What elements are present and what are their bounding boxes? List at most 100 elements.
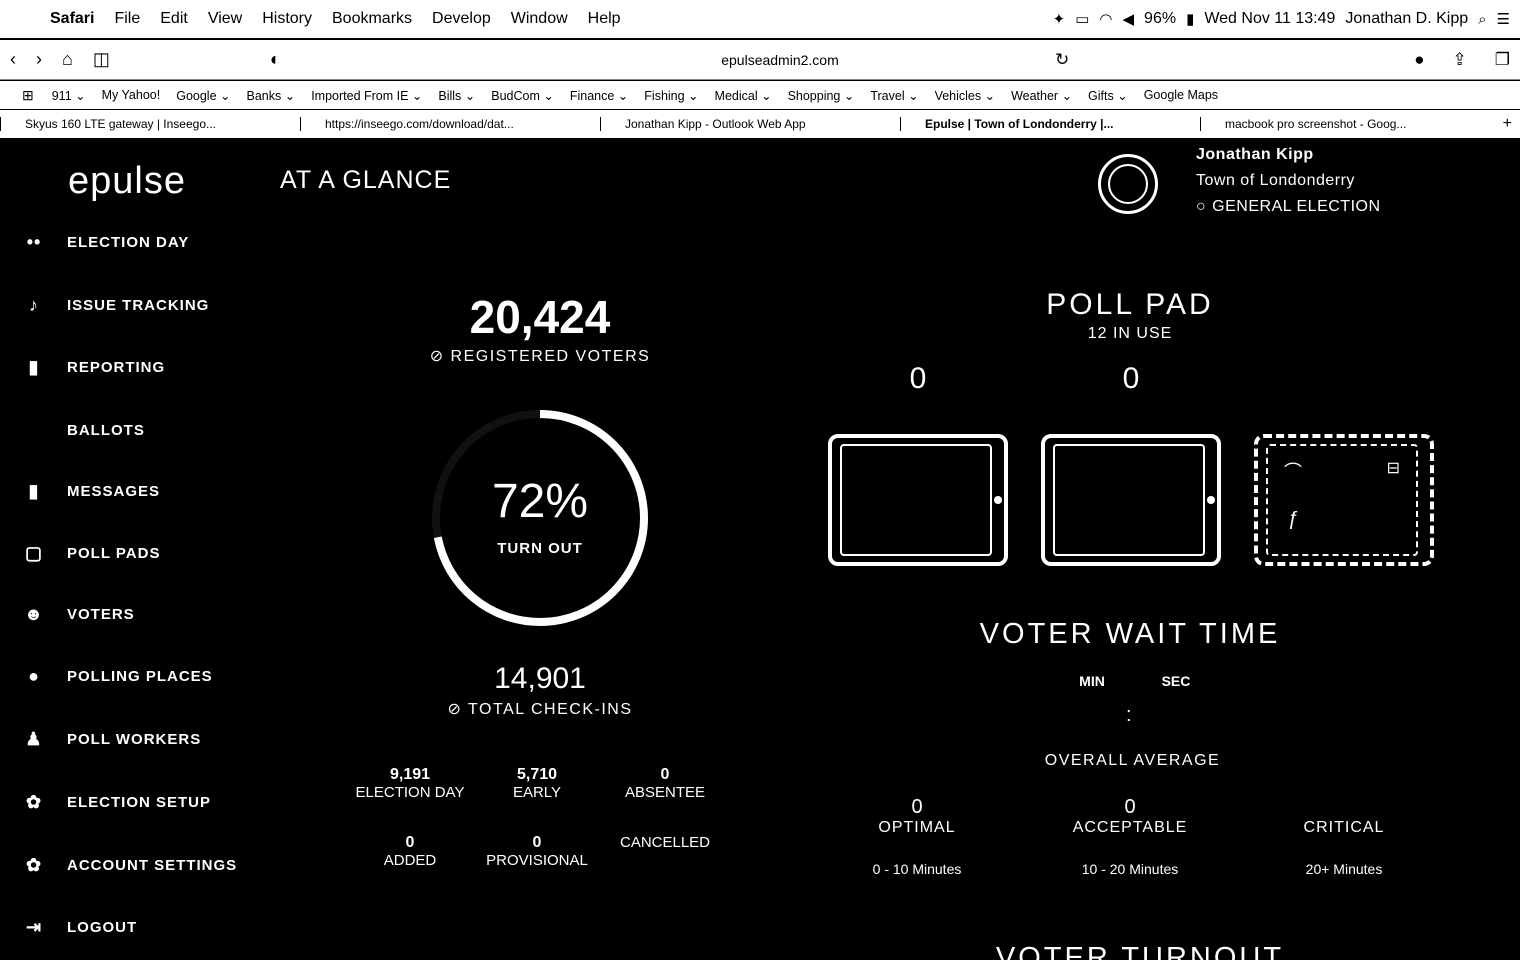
menu-edit[interactable]: Edit — [150, 10, 198, 28]
bookmark-item[interactable]: Vehicles ⌄ — [927, 88, 1004, 103]
turnout-percent: 72% — [491, 475, 589, 528]
nav-ballots[interactable]: BALLOTS — [20, 415, 145, 445]
menu-file[interactable]: File — [104, 10, 150, 28]
bookmark-item[interactable]: Finance ⌄ — [562, 88, 636, 103]
bookmark-item[interactable]: Medical ⌄ — [707, 88, 780, 103]
airplay-icon[interactable]: ▭ — [1075, 10, 1089, 28]
poll-pad-tablet-icon[interactable] — [1041, 434, 1221, 566]
pad-count: 0 — [909, 362, 927, 395]
tab-outlook[interactable]: Jonathan Kipp - Outlook Web App — [600, 117, 900, 131]
election-selector[interactable]: ○ GENERAL ELECTION — [1196, 194, 1381, 220]
nav-poll-workers[interactable]: ♟ POLL WORKERS — [20, 724, 201, 754]
tab-inseego[interactable]: https://inseego.com/download/dat... — [300, 117, 600, 131]
nav-voters[interactable]: ☻ VOTERS — [20, 599, 135, 629]
sec-label: SEC — [1161, 673, 1191, 689]
wait-acceptable: 0 ACCEPTABLE 10 - 20 Minutes — [1072, 796, 1188, 877]
tab-google[interactable]: macbook pro screenshot - Goog... — [1200, 117, 1500, 131]
share-icon[interactable]: ⇪ — [1453, 50, 1467, 70]
page-title: AT A GLANCE — [280, 166, 452, 194]
battery-icon[interactable]: ▮ — [1186, 10, 1194, 28]
sidebar-toggle-icon[interactable]: ◫ — [83, 49, 120, 70]
back-icon[interactable]: ‹ — [0, 49, 26, 70]
nav-election-setup[interactable]: ✿ ELECTION SETUP — [20, 787, 211, 817]
breakdown-election-day: 9,191 ELECTION DAY — [355, 766, 465, 801]
mac-menu-bar: Safari File Edit View History Bookmarks … — [0, 0, 1520, 40]
user-info: Jonathan Kipp Town of Londonderry ○ GENE… — [1196, 142, 1381, 220]
nav-polling-places[interactable]: ● POLLING PLACES — [20, 661, 213, 691]
bookmark-item[interactable]: 911 ⌄ — [44, 88, 94, 103]
notification-center-icon[interactable]: ☰ — [1497, 10, 1510, 28]
nav-label: MESSAGES — [67, 482, 161, 500]
bookmark-item[interactable]: BudCom ⌄ — [483, 88, 562, 103]
menu-window[interactable]: Window — [501, 10, 578, 28]
address-bar[interactable]: epulseadmin2.com — [630, 52, 930, 68]
clock[interactable]: Wed Nov 11 13:49 — [1204, 10, 1335, 28]
bookmark-item[interactable]: Shopping ⌄ — [780, 88, 863, 103]
bookmark-item[interactable]: Travel ⌄ — [862, 88, 926, 103]
wifi-icon[interactable]: ◠ — [1099, 10, 1112, 28]
breakdown-provisional: 0 PROVISIONAL — [486, 834, 588, 869]
bookmark-item[interactable]: My Yahoo! — [94, 88, 169, 102]
voter-turnout-title: VOTER TURNOUT — [995, 942, 1285, 960]
nav-issue-tracking[interactable]: ♪ ISSUE TRACKING — [20, 290, 209, 320]
nav-account-settings[interactable]: ✿ ACCOUNT SETTINGS — [20, 850, 237, 880]
tabs-overview-icon[interactable]: ❐ — [1495, 50, 1510, 70]
menu-help[interactable]: Help — [578, 10, 631, 28]
registered-voters-label: ⊘ REGISTERED VOTERS — [429, 348, 651, 365]
voters-icon: ☻ — [24, 603, 44, 624]
bookmark-item[interactable]: Gifts ⌄ — [1080, 88, 1136, 103]
gear-icon: ✿ — [25, 854, 43, 875]
user-menu[interactable]: Jonathan D. Kipp — [1345, 10, 1468, 28]
wait-time-title: VOTER WAIT TIME — [979, 618, 1281, 650]
poll-pad-title: POLL PAD — [1046, 288, 1214, 321]
org-name: Town of Londonderry — [1196, 172, 1355, 189]
home-icon[interactable]: ⌂ — [52, 49, 83, 70]
forward-icon[interactable]: › — [26, 49, 52, 70]
user-name[interactable]: Jonathan Kipp — [1196, 142, 1381, 168]
bookmark-item[interactable]: Google ⌄ — [168, 88, 238, 103]
poll-pad-in-use: 12 IN USE — [1087, 325, 1173, 342]
battery-percent[interactable]: 96% — [1144, 10, 1176, 28]
nav-logout[interactable]: ⇥ LOGOUT — [20, 912, 137, 942]
overall-average-label: OVERALL AVERAGE — [1044, 752, 1221, 769]
nav-election-day[interactable]: •• ELECTION DAY — [20, 227, 189, 257]
nav-label: BALLOTS — [67, 421, 145, 439]
bookmarks-bar: ⊞ 911 ⌄ My Yahoo! Google ⌄ Banks ⌄ Impor… — [0, 81, 1520, 109]
bookmark-item[interactable]: Fishing ⌄ — [636, 88, 706, 103]
breakdown-cancelled: CANCELLED — [619, 834, 711, 851]
menu-safari[interactable]: Safari — [40, 10, 104, 28]
nav-label: POLLING PLACES — [67, 667, 213, 685]
bookmark-item[interactable]: Google Maps — [1136, 88, 1226, 102]
poll-pad-offline-tablet-icon[interactable]: ⌒ ⊟ ƒ — [1254, 434, 1434, 566]
menu-history[interactable]: History — [252, 10, 322, 28]
dropbox-icon[interactable]: ✦ — [1053, 10, 1066, 28]
poll-pad-tablet-icon[interactable] — [828, 434, 1008, 566]
volume-icon[interactable]: ◀ — [1123, 10, 1135, 28]
bookmark-item[interactable]: Imported From IE ⌄ — [303, 88, 430, 103]
epulse-logo[interactable]: epulse — [68, 160, 186, 203]
nav-label: ELECTION DAY — [67, 233, 190, 251]
bookmark-item[interactable]: Weather ⌄ — [1003, 88, 1080, 103]
new-tab-icon[interactable]: + — [1503, 115, 1520, 133]
tab-skyus[interactable]: Skyus 160 LTE gateway | Inseego... — [0, 117, 300, 131]
menu-bookmarks[interactable]: Bookmarks — [322, 10, 422, 28]
nav-messages[interactable]: ▮ MESSAGES — [20, 476, 160, 506]
privacy-shield-icon[interactable]: ◐ — [260, 49, 291, 70]
menu-develop[interactable]: Develop — [422, 10, 501, 28]
battery-icon: ⊟ — [1386, 460, 1400, 477]
bar-chart-icon: ▮ — [28, 356, 40, 377]
bookmark-item[interactable]: Banks ⌄ — [238, 88, 303, 103]
bookmark-item[interactable]: Bills ⌄ — [430, 88, 483, 103]
nav-reporting[interactable]: ▮ REPORTING — [20, 352, 165, 382]
nav-label: ISSUE TRACKING — [67, 296, 210, 314]
spotlight-search-icon[interactable]: ⌕ — [1478, 11, 1486, 28]
menu-view[interactable]: View — [198, 10, 252, 28]
extension-icon[interactable]: ● — [1414, 50, 1424, 70]
dots-icon: •• — [26, 231, 42, 252]
reload-icon[interactable]: ↻ — [1055, 50, 1069, 70]
wait-critical: CRITICAL 20+ Minutes — [1303, 819, 1385, 877]
nav-label: REPORTING — [67, 358, 166, 376]
grid-icon[interactable]: ⊞ — [0, 87, 44, 104]
tab-epulse[interactable]: Epulse | Town of Londonderry |... — [900, 117, 1200, 131]
nav-poll-pads[interactable]: ▢ POLL PADS — [20, 538, 160, 568]
